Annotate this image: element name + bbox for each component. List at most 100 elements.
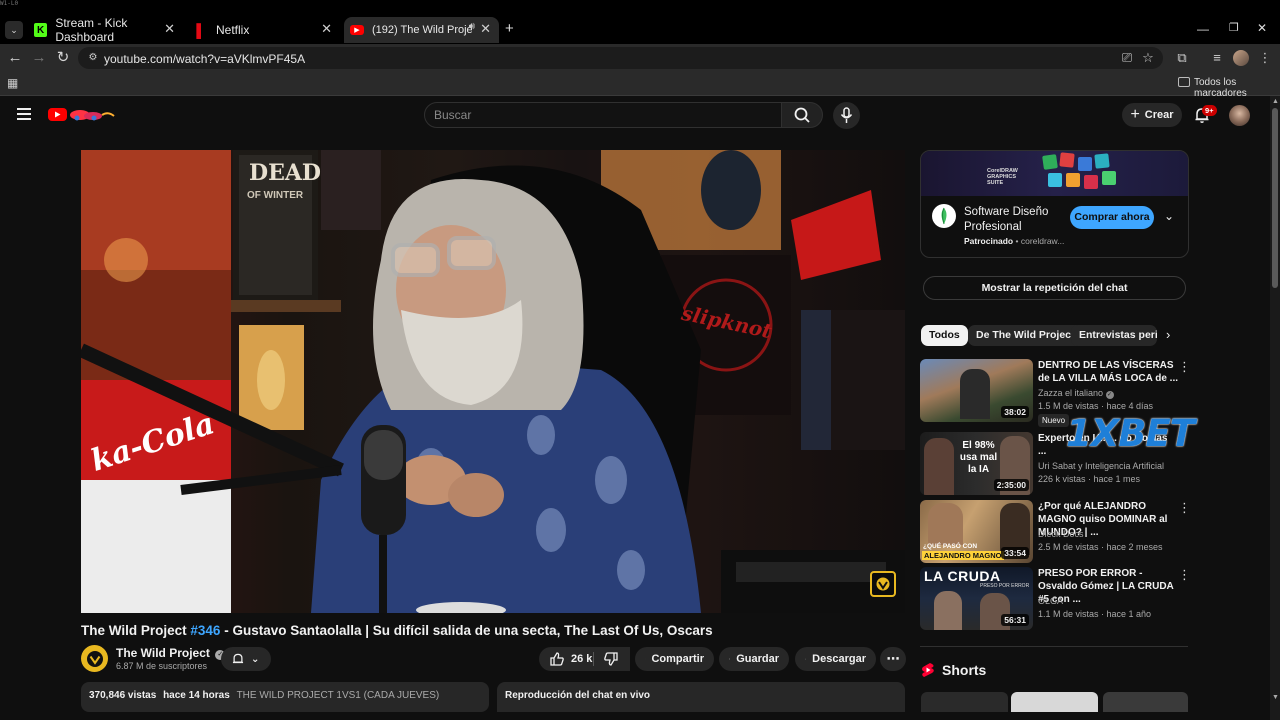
coreldraw-logo[interactable]: [932, 204, 956, 228]
bookmark-star-icon[interactable]: ☆: [1138, 48, 1158, 68]
short-thumbnail[interactable]: [1011, 692, 1098, 712]
browser-menu-icon[interactable]: ⋮: [1255, 48, 1275, 68]
site-info-icon[interactable]: ⚙︎: [86, 51, 100, 65]
thumbs-up-icon: [550, 652, 564, 666]
verified-check-icon: ✓: [1105, 391, 1114, 399]
subscription-bell-button[interactable]: ⌄: [221, 647, 271, 671]
tab-youtube-close-icon[interactable]: ✕: [480, 21, 491, 37]
restore-icon[interactable]: ❐: [1229, 21, 1239, 34]
video-duration: 2:35:00: [993, 479, 1029, 491]
create-button[interactable]: + Crear: [1122, 103, 1182, 127]
account-avatar[interactable]: [1229, 105, 1250, 126]
ad-expand-chevron-icon[interactable]: ⌄: [1164, 209, 1174, 223]
thumbnail-line1: LA CRUDA: [924, 568, 1001, 584]
chip-interviews[interactable]: Entrevistas perio: [1071, 325, 1157, 346]
bell-icon: [232, 653, 244, 664]
url-text[interactable]: youtube.com/watch?v=aVKlmvPF45A: [104, 52, 305, 66]
bookmarks-bar: [0, 72, 1280, 96]
save-label: Guardar: [736, 653, 779, 665]
tab-youtube-active[interactable]: ▶ (192) The Wild Project #346 🔊︎ ✕: [344, 17, 499, 43]
more-options-icon[interactable]: ⋮: [1178, 567, 1191, 583]
recommendation-meta: 226 k vistas · hace 1 mes: [1038, 474, 1141, 484]
video-title-hashtag[interactable]: #346: [190, 623, 220, 638]
ad-banner-graphic: [1042, 152, 1116, 189]
download-button[interactable]: Descargar: [795, 647, 876, 671]
tab-netflix-close-icon[interactable]: ✕: [321, 21, 332, 37]
recommendation-channel[interactable]: Dieck Docs: [1038, 529, 1084, 539]
tab-search-button[interactable]: ⌄: [5, 21, 23, 39]
video-thumbnail[interactable]: LA CRUDA PRESO POR ERROR 56:31: [920, 567, 1033, 630]
voice-search-button[interactable]: [833, 102, 860, 129]
more-options-icon[interactable]: ⋮: [1178, 359, 1191, 375]
scrollbar-thumb[interactable]: [1272, 108, 1278, 288]
video-title: The Wild Project #346 - Gustavo Santaola…: [81, 623, 713, 638]
ad-title[interactable]: Software Diseño Profesional: [964, 205, 1048, 235]
recommendation-channel[interactable]: Zazza el italiano ✓: [1038, 388, 1114, 399]
share-button[interactable]: Compartir: [635, 647, 714, 671]
ad-title-line2: Profesional: [964, 221, 1022, 233]
scroll-up-icon[interactable]: ▲: [1272, 98, 1279, 105]
save-button[interactable]: Guardar: [719, 647, 789, 671]
forward-icon[interactable]: →: [29, 48, 49, 68]
video-thumbnail[interactable]: ¿QUÉ PASÓ CON ALEJANDRO MAGNO 33:54: [920, 500, 1033, 563]
channel-avatar[interactable]: [81, 645, 108, 672]
profile-avatar[interactable]: [1233, 50, 1249, 66]
video-player[interactable]: ka-Cola DEAD OF WINTER slipknot: [81, 150, 905, 613]
thumbnail-figure: [934, 591, 962, 630]
video-title-rest: - Gustavo Santaolalla | Su difícil salid…: [220, 623, 713, 638]
recommendation-channel[interactable]: OLGA: [1038, 596, 1063, 606]
description-meta: 370,846 vistas hace 14 horas THE WILD PR…: [89, 690, 439, 701]
chip-from-channel[interactable]: De The Wild Project: [968, 325, 1083, 346]
recommendation-title[interactable]: DENTRO DE LAS VÍSCERAS de LA VILLA MÁS L…: [1038, 359, 1178, 385]
youtube-logo[interactable]: [48, 107, 116, 122]
short-thumbnail[interactable]: [1103, 692, 1188, 712]
recommendation-meta: 2.5 M de vistas · hace 2 meses: [1038, 542, 1163, 552]
install-app-icon[interactable]: ⎚: [1117, 48, 1137, 68]
window-close-icon[interactable]: ✕: [1257, 21, 1267, 35]
scroll-down-icon[interactable]: ▼: [1272, 694, 1279, 701]
chips-next-chevron-icon[interactable]: ›: [1166, 327, 1170, 342]
recommendation-meta: 1.1 M de vistas · hace 1 año: [1038, 609, 1152, 619]
short-thumbnail[interactable]: [921, 692, 1008, 712]
recommendation-meta: 1.5 M de vistas · hace 4 días: [1038, 401, 1154, 411]
thumbnail-line2: usa mal: [959, 452, 998, 463]
tab-kick-close-icon[interactable]: ✕: [164, 21, 175, 37]
recommendation-item[interactable]: LA CRUDA PRESO POR ERROR 56:31 PRESO POR…: [920, 567, 1191, 631]
buy-now-button[interactable]: Comprar ahora: [1070, 206, 1154, 229]
recommendation-channel-name: Zazza el italiano: [1038, 388, 1104, 398]
dislike-button[interactable]: [594, 647, 630, 671]
chip-all[interactable]: Todos: [921, 325, 968, 346]
show-chat-replay-button[interactable]: Mostrar la repetición del chat: [923, 276, 1186, 300]
youtube-icon: ▶: [350, 25, 364, 35]
plus-icon: +: [1130, 106, 1140, 123]
video-thumbnail[interactable]: El 98% usa mal la IA 2:35:00: [920, 432, 1033, 495]
video-duration: 38:02: [1001, 406, 1029, 418]
channel-name[interactable]: The Wild Project ✓: [116, 646, 226, 660]
search-button[interactable]: [781, 102, 823, 128]
more-actions-icon[interactable]: ⋯: [880, 647, 906, 671]
more-options-icon[interactable]: ⋮: [1178, 500, 1191, 516]
ad-banner[interactable]: CorelDRAW GRAPHICS SUITE: [921, 151, 1188, 196]
minimize-icon[interactable]: —: [1197, 22, 1209, 36]
channel-watermark-icon[interactable]: [870, 571, 896, 597]
new-tab-icon[interactable]: +: [505, 21, 519, 37]
media-control-icon[interactable]: ≡: [1207, 48, 1227, 68]
video-thumbnail[interactable]: 38:02: [920, 359, 1033, 422]
reload-icon[interactable]: ↻: [53, 48, 73, 68]
thumbs-down-icon: [604, 652, 618, 666]
view-count: 370,846 vistas: [89, 690, 157, 701]
recommendation-item[interactable]: ¿QUÉ PASÓ CON ALEJANDRO MAGNO 33:54 ¿Por…: [920, 500, 1191, 564]
tab-kick[interactable]: K Stream - Kick Dashboard ✕: [28, 16, 183, 44]
search-input[interactable]: [434, 106, 754, 124]
extensions-icon[interactable]: ⧉: [1172, 48, 1192, 68]
recommendation-channel[interactable]: Uri Sabat y Inteligencia Artificial: [1038, 461, 1164, 471]
tab-netflix[interactable]: ▌ Netflix ✕: [188, 17, 340, 43]
thumbnail-line2: PRESO POR ERROR: [980, 583, 1030, 589]
speaker-icon[interactable]: 🔊︎: [469, 21, 475, 32]
apps-grid-icon[interactable]: ▦: [7, 76, 18, 90]
hamburger-menu-icon[interactable]: [17, 108, 31, 120]
thumbnail-figure: [928, 503, 963, 545]
poster-text-title: DEAD: [249, 160, 321, 186]
poster-text-subtitle: OF WINTER: [247, 190, 304, 201]
back-icon[interactable]: ←: [5, 48, 25, 68]
